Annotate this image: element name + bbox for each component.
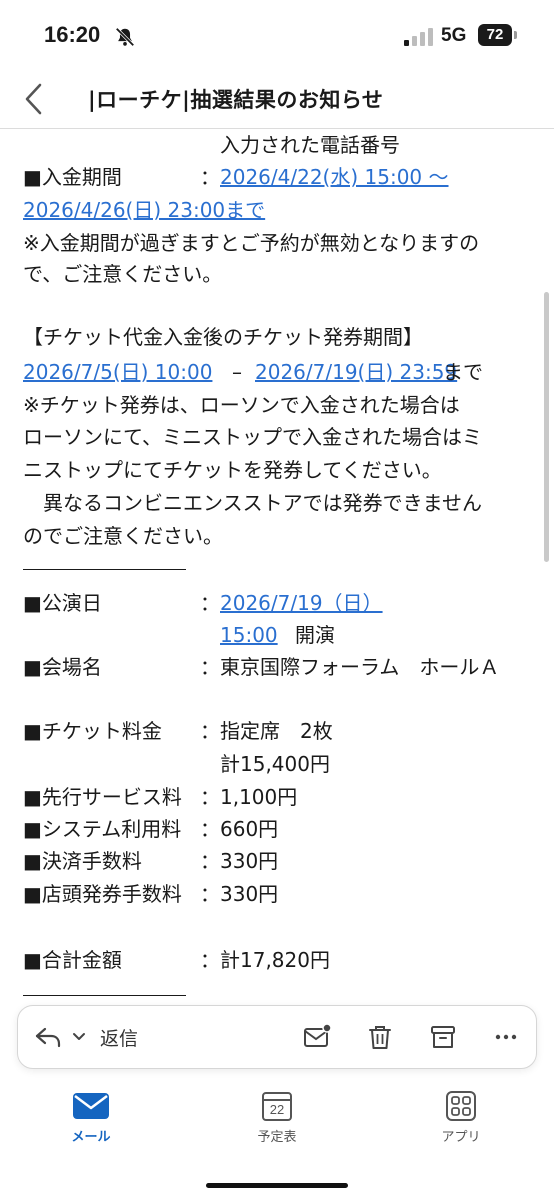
performance-time-link[interactable]: 15:00 bbox=[220, 620, 278, 650]
body-text-line: ローソンにて、ミニストップで入金された場合はミ bbox=[23, 425, 482, 449]
issue-period-dash: – bbox=[232, 360, 242, 384]
payment-end-link[interactable]: 2026/4/26(日) 23:00まで bbox=[23, 195, 265, 225]
body-text-line: ※チケット発券は、ローソンで入金された場合は bbox=[23, 393, 460, 417]
fee-store-issue-value: ：330円 bbox=[200, 882, 279, 906]
body-text-line: 入力された電話番号 bbox=[220, 133, 400, 157]
issue-end-link[interactable]: 2026/7/19(日) 23:59 bbox=[255, 357, 457, 387]
payment-period-colon: ： bbox=[200, 165, 220, 189]
performance-date-colon: ： bbox=[200, 591, 220, 615]
mail-body: 入力された電話番号 ■入金期間 ： 2026/4/22(水) 15:00 〜 2… bbox=[0, 128, 554, 1018]
mail-header: |ローチケ|抽選結果のお知らせ bbox=[0, 72, 554, 129]
venue-value: ：東京国際フォーラム ホールＡ bbox=[200, 655, 500, 679]
network-type: 5G bbox=[441, 25, 467, 46]
tab-apps-label: アプリ bbox=[441, 1130, 481, 1145]
body-text-line: ニストップにてチケットを発券してください。 bbox=[23, 458, 442, 482]
body-text-line: のでご注意ください。 bbox=[23, 524, 223, 548]
ticket-price-label: ■チケット料金 bbox=[23, 719, 162, 743]
apps-grid-icon bbox=[446, 1091, 476, 1121]
body-text-line: 異なるコンビニエンスストアでは発券できません bbox=[23, 491, 482, 515]
back-chevron-icon[interactable] bbox=[22, 82, 46, 116]
reply-button[interactable]: 返信 bbox=[100, 1024, 138, 1051]
mail-subject: |ローチケ|抽選結果のお知らせ bbox=[88, 88, 384, 112]
archive-icon[interactable] bbox=[429, 1023, 457, 1051]
issue-start-link[interactable]: 2026/7/5(日) 10:00 bbox=[23, 357, 212, 387]
tab-calendar-label: 予定表 bbox=[257, 1130, 297, 1145]
status-time: 16:20 bbox=[44, 22, 101, 47]
performance-date-link[interactable]: 2026/7/19（日） bbox=[220, 588, 383, 618]
fee-store-issue-label: ■店頭発券手数料 bbox=[23, 882, 182, 906]
signal-icon bbox=[404, 28, 433, 46]
fee-payment-label: ■決済手数料 bbox=[23, 849, 142, 873]
tab-calendar[interactable]: 22 予定表 bbox=[222, 1090, 332, 1145]
reply-bar: 返信 bbox=[17, 1005, 537, 1069]
more-options-icon[interactable] bbox=[492, 1023, 520, 1051]
total-amount-label: ■合計金額 bbox=[23, 948, 122, 972]
section-divider bbox=[23, 995, 186, 996]
reply-icon[interactable] bbox=[34, 1023, 62, 1051]
body-text-line: ※入金期間が過ぎますとご予約が無効となりますの bbox=[23, 231, 480, 255]
mail-icon bbox=[73, 1093, 109, 1119]
tab-mail[interactable]: メール bbox=[36, 1090, 146, 1145]
ticket-price-value: ：指定席 2枚 bbox=[200, 719, 333, 743]
tab-mail-label: メール bbox=[71, 1130, 111, 1145]
fee-payment-value: ：330円 bbox=[200, 849, 279, 873]
fee-advance-service-value: ：1,100円 bbox=[200, 785, 298, 809]
payment-start-link[interactable]: 2026/4/22(水) 15:00 〜 bbox=[220, 162, 449, 192]
calendar-icon: 22 bbox=[261, 1090, 293, 1122]
issue-period-tail: まで bbox=[443, 360, 483, 384]
payment-period-label: ■入金期間 bbox=[23, 165, 122, 189]
status-bar: 16:20 5G 72 bbox=[0, 0, 554, 72]
battery-indicator: 72 bbox=[478, 24, 512, 46]
scrollbar[interactable] bbox=[544, 292, 549, 562]
fee-system-value: ：660円 bbox=[200, 817, 279, 841]
ticket-price-total: 計15,400円 bbox=[220, 752, 330, 776]
home-indicator[interactable] bbox=[206, 1183, 348, 1188]
mark-unread-icon[interactable] bbox=[303, 1023, 331, 1051]
total-amount-value: ：計17,820円 bbox=[200, 948, 330, 972]
venue-label: ■会場名 bbox=[23, 655, 102, 679]
performance-date-label: ■公演日 bbox=[23, 591, 102, 615]
issue-period-heading: 【チケット代金入金後のチケット発券期間】 bbox=[23, 325, 423, 349]
bottom-nav: メール 22 予定表 アプリ bbox=[0, 1080, 554, 1200]
section-divider bbox=[23, 569, 186, 570]
trash-icon[interactable] bbox=[366, 1023, 394, 1051]
fee-system-label: ■システム利用料 bbox=[23, 817, 182, 841]
body-text-line: で、ご注意ください。 bbox=[23, 262, 223, 286]
fee-advance-service-label: ■先行サービス料 bbox=[23, 785, 182, 809]
battery-cap bbox=[514, 31, 517, 39]
chevron-down-icon[interactable] bbox=[72, 1031, 86, 1043]
performance-open-text: 開演 bbox=[295, 623, 335, 647]
bell-muted-icon bbox=[115, 27, 135, 47]
calendar-day: 22 bbox=[269, 1102, 285, 1117]
tab-apps[interactable]: アプリ bbox=[406, 1090, 516, 1145]
